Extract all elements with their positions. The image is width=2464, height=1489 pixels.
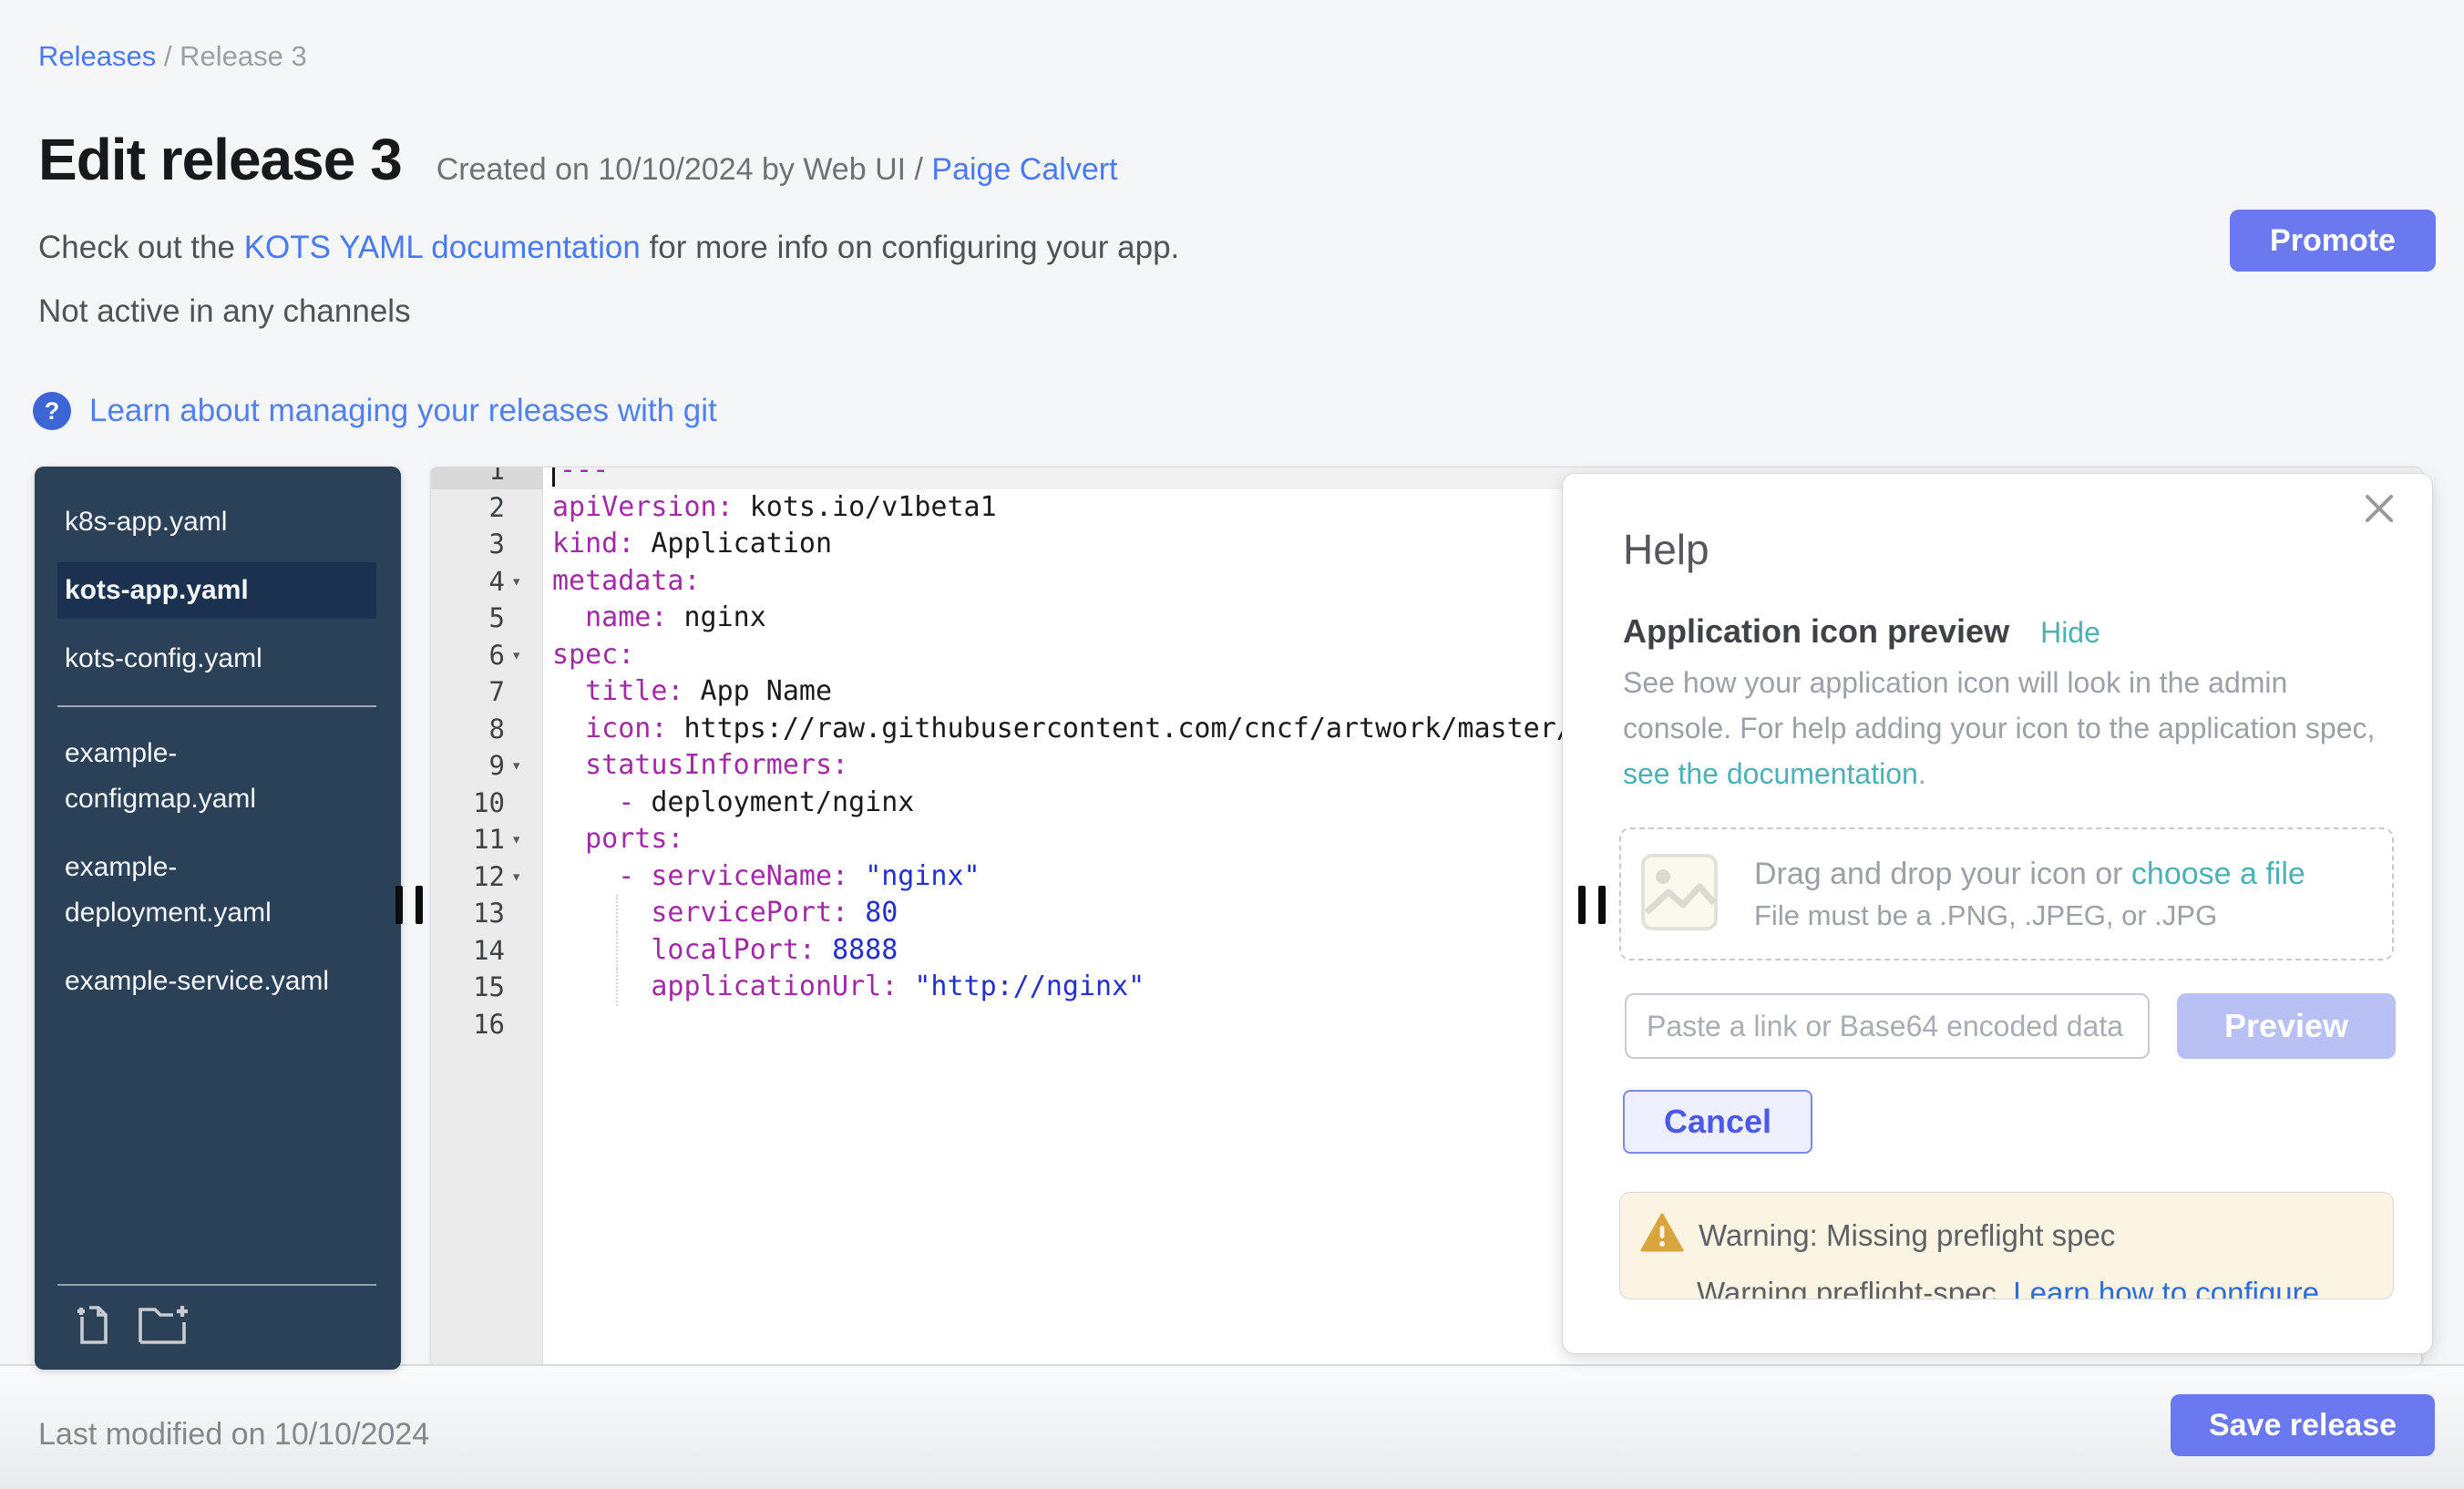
- help-description-text: See how your application icon will look …: [1623, 666, 2375, 744]
- page-title: Edit release 3: [38, 126, 402, 193]
- sidebar-footer: [57, 1284, 376, 1346]
- gutter-line-12[interactable]: 12▾: [431, 858, 543, 896]
- doc-hint: Check out the KOTS YAML documentation fo…: [38, 230, 1179, 266]
- fold-arrow-icon: ▾: [505, 755, 530, 775]
- section-title: Application icon preview: [1623, 612, 2009, 651]
- file-name: example-service.yaml: [65, 959, 329, 1004]
- file-item-example-deployment.yaml[interactable]: example-deployment.yaml: [57, 839, 376, 941]
- gutter-line-3: 3: [431, 526, 543, 563]
- save-release-button[interactable]: Save release: [2171, 1394, 2435, 1456]
- text-cursor: [552, 467, 555, 487]
- gutter-line-5: 5: [431, 600, 543, 637]
- file-list-divider: [57, 705, 376, 707]
- author-link[interactable]: Paige Calvert: [931, 152, 1117, 187]
- see-documentation-link[interactable]: see the documentation: [1623, 757, 1918, 790]
- created-text: Created on 10/10/2024 by Web UI /: [436, 152, 932, 187]
- warning-icon: [1640, 1213, 1684, 1258]
- file-name: example-deployment.yaml: [65, 845, 349, 936]
- gutter-line-13: 13: [431, 895, 543, 932]
- gutter-line-11[interactable]: 11▾: [431, 821, 543, 858]
- breadcrumb-current: Release 3: [180, 40, 307, 72]
- gutter-line-10: 10: [431, 785, 543, 822]
- add-folder-icon[interactable]: [138, 1304, 190, 1346]
- gutter-line-15: 15: [431, 969, 543, 1006]
- last-modified: Last modified on 10/10/2024: [38, 1417, 429, 1453]
- gutter-line-7: 7: [431, 673, 543, 711]
- breadcrumb-releases-link[interactable]: Releases: [38, 40, 156, 72]
- file-name: example-configmap.yaml: [65, 731, 349, 822]
- promote-button[interactable]: Promote: [2230, 210, 2436, 272]
- file-item-example-configmap.yaml[interactable]: example-configmap.yaml: [57, 725, 376, 827]
- choose-file-link[interactable]: choose a file: [2131, 857, 2305, 891]
- file-item-example-service.yaml[interactable]: example-service.yaml: [57, 953, 376, 1010]
- gutter-line-4[interactable]: 4▾: [431, 563, 543, 601]
- editor-resize-handle[interactable]: [1578, 886, 1609, 924]
- preview-button[interactable]: Preview: [2177, 993, 2396, 1059]
- help-description-period: .: [1918, 757, 1926, 790]
- warning-detail-text: Warning preflight-spec.: [1697, 1276, 2013, 1299]
- gutter-line-1: 1: [431, 467, 543, 489]
- close-icon[interactable]: [2363, 492, 2396, 529]
- hide-link[interactable]: Hide: [2040, 616, 2100, 650]
- preflight-warning: Warning: Missing preflight spec Warning …: [1619, 1192, 2394, 1299]
- image-placeholder-icon: [1639, 852, 1720, 937]
- file-sidebar: k8s-app.yaml kots-app.yaml kots-config.yam…: [35, 467, 401, 1370]
- bottom-bar: Last modified on 10/10/2024: [0, 1364, 2464, 1489]
- editor-gutter: 1234▾56▾789▾1011▾12▾13141516: [431, 467, 543, 1042]
- kots-yaml-doc-link[interactable]: KOTS YAML documentation: [244, 230, 641, 265]
- file-name: k8s-app.yaml: [65, 499, 227, 545]
- file-item-k8s-app.yaml[interactable]: k8s-app.yaml: [57, 494, 376, 550]
- breadcrumb: Releases / Release 3: [38, 40, 307, 73]
- file-item-kots-config.yaml[interactable]: kots-config.yaml: [57, 631, 376, 687]
- dropzone-text: Drag and drop your icon or choose a file…: [1754, 857, 2305, 932]
- gutter-line-6[interactable]: 6▾: [431, 637, 543, 674]
- add-file-icon[interactable]: [76, 1304, 114, 1346]
- git-help-row: ? Learn about managing your releases wit…: [33, 392, 717, 430]
- icon-preview-section: Application icon preview Hide: [1623, 612, 2100, 651]
- help-title: Help: [1623, 525, 1709, 574]
- gutter-line-9[interactable]: 9▾: [431, 747, 543, 785]
- warning-detail: Warning preflight-spec. Learn how to con…: [1697, 1276, 2371, 1299]
- fold-arrow-icon: ▾: [505, 571, 530, 591]
- gutter-line-2: 2: [431, 489, 543, 527]
- title-row: Edit release 3 Created on 10/10/2024 by …: [38, 126, 1118, 193]
- dropzone-label: Drag and drop your icon or: [1754, 857, 2131, 891]
- help-description: See how your application icon will look …: [1623, 660, 2379, 796]
- breadcrumb-separator: /: [156, 40, 180, 72]
- gutter-line-8: 8: [431, 711, 543, 748]
- help-panel: Help Application icon preview Hide See h…: [1562, 473, 2433, 1354]
- created-info: Created on 10/10/2024 by Web UI / Paige …: [436, 152, 1118, 188]
- doc-prefix: Check out the: [38, 230, 244, 265]
- doc-suffix: for more info on configuring your app.: [641, 230, 1179, 265]
- file-list: k8s-app.yaml kots-app.yaml kots-config.yam…: [35, 467, 401, 1010]
- warning-title: Warning: Missing preflight spec: [1699, 1218, 2115, 1253]
- fold-arrow-icon: ▾: [505, 867, 530, 887]
- cancel-button[interactable]: Cancel: [1623, 1090, 1812, 1154]
- url-row: Preview: [1625, 993, 2394, 1059]
- dropzone-hint: File must be a .PNG, .JPEG, or .JPG: [1754, 899, 2305, 932]
- channel-status: Not active in any channels: [38, 293, 411, 330]
- file-item-kots-app.yaml[interactable]: kots-app.yaml: [57, 562, 376, 619]
- question-circle-icon: ?: [33, 392, 71, 430]
- file-name: kots-app.yaml: [65, 568, 249, 613]
- gutter-line-16: 16: [431, 1006, 543, 1043]
- gutter-line-14: 14: [431, 932, 543, 970]
- learn-configure-link[interactable]: Learn how to configure: [2013, 1276, 2319, 1299]
- icon-dropzone[interactable]: Drag and drop your icon or choose a file…: [1619, 827, 2394, 960]
- git-releases-link[interactable]: Learn about managing your releases with …: [89, 393, 717, 429]
- file-name: kots-config.yaml: [65, 636, 262, 682]
- sidebar-resize-handle[interactable]: [395, 886, 426, 924]
- icon-url-input[interactable]: [1625, 993, 2150, 1059]
- fold-arrow-icon: ▾: [505, 829, 530, 849]
- fold-arrow-icon: ▾: [505, 645, 530, 665]
